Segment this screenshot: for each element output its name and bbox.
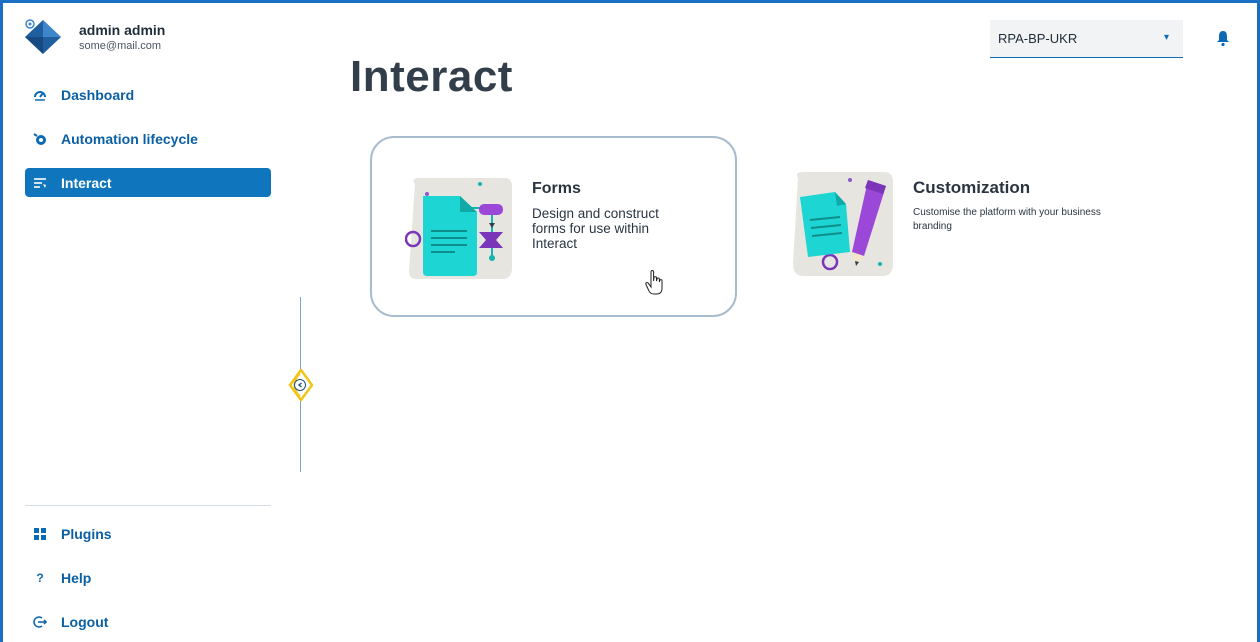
avatar — [21, 17, 71, 57]
customization-illustration-icon — [790, 172, 895, 278]
tenant-value: RPA-BP-UKR — [998, 31, 1078, 46]
logout-icon — [33, 615, 47, 629]
forms-card-description: Design and construct forms for use withi… — [532, 206, 659, 251]
interact-icon — [33, 176, 47, 190]
sidebar-item-label: Dashboard — [61, 86, 135, 103]
user-profile[interactable]: admin admin some@mail.com — [21, 17, 165, 57]
sidebar-item-interact[interactable]: Interact — [25, 168, 271, 197]
sidebar-item-dashboard[interactable]: Dashboard — [25, 80, 271, 109]
customization-card-title: Customization — [913, 178, 1031, 197]
customization-card[interactable]: Customization Customise the platform wit… — [780, 160, 1120, 290]
sidebar-item-label: Logout — [61, 613, 109, 630]
user-name: admin admin — [79, 22, 166, 38]
sidebar-item-label: Interact — [61, 174, 112, 191]
plugins-icon — [33, 527, 47, 541]
hand-pointer-cursor-icon — [645, 269, 663, 296]
user-email: some@mail.com — [79, 40, 162, 52]
help-icon: ? — [36, 570, 44, 585]
sidebar-item-plugins[interactable]: Plugins — [25, 519, 271, 548]
sidebar-item-logout[interactable]: Logout — [25, 607, 271, 636]
sidebar-item-automation-lifecycle[interactable]: Automation lifecycle — [25, 124, 271, 153]
forms-card-title: Forms — [532, 180, 581, 197]
forms-illustration-icon — [404, 176, 515, 281]
sidebar-item-label: Plugins — [61, 525, 112, 542]
collapse-sidebar-button[interactable] — [287, 368, 315, 402]
sidebar-item-label: Help — [61, 569, 92, 586]
chevron-down-icon: ▾ — [1163, 32, 1169, 43]
notifications-bell-icon[interactable] — [1214, 29, 1232, 47]
customization-card-description: Customise the platform with your busines… — [913, 207, 1101, 232]
lifecycle-icon — [33, 132, 47, 146]
page-title: Interact — [350, 52, 513, 101]
sidebar-item-label: Automation lifecycle — [61, 130, 198, 147]
tenant-select[interactable]: RPA-BP-UKR ▾ — [990, 20, 1183, 58]
sidebar-divider — [25, 505, 271, 506]
sidebar-item-help[interactable]: ? Help — [25, 563, 271, 592]
forms-card[interactable]: Forms Design and construct forms for use… — [370, 136, 737, 317]
dashboard-icon — [33, 88, 47, 102]
sidebar: admin admin some@mail.com Dashboard Auto… — [3, 3, 283, 642]
